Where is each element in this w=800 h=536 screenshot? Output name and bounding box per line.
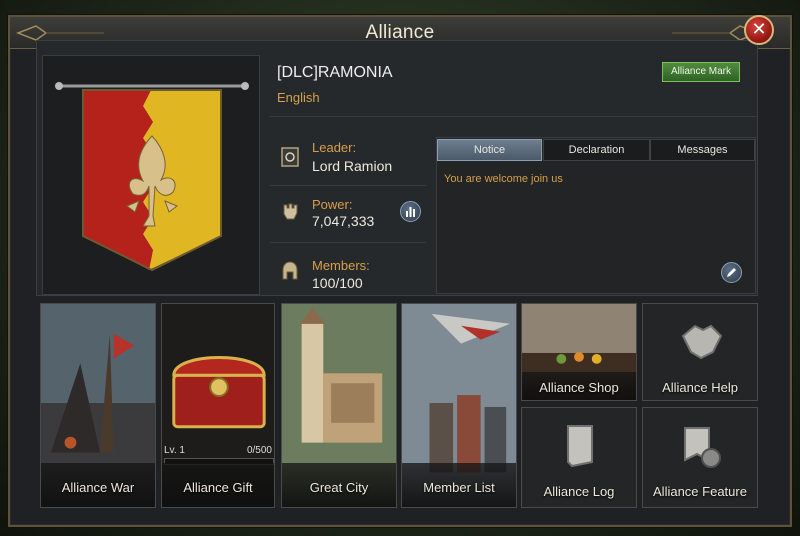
great-city-tile[interactable]: Great City	[281, 303, 397, 508]
close-icon: ✕	[751, 19, 767, 39]
alliance-log-label: Alliance Log	[543, 484, 615, 499]
member-list-label: Member List	[423, 480, 495, 495]
members-value: 100/100	[312, 275, 363, 291]
power-value: 7,047,333	[312, 213, 375, 229]
edit-icon	[727, 268, 736, 277]
gift-progress-text: 0/500	[246, 445, 272, 456]
alliance-help-label: Alliance Help	[662, 380, 738, 395]
alliance-feature-tile[interactable]: Alliance Feature	[642, 407, 758, 508]
helmet-icon	[282, 261, 298, 280]
scroll-icon	[567, 425, 593, 468]
edit-notice-button[interactable]	[721, 262, 742, 283]
alliance-shop-tile[interactable]: Alliance Shop	[521, 303, 637, 401]
leader-label: Leader:	[312, 140, 357, 155]
notice-text: You are welcome join us	[444, 173, 563, 185]
alliance-banner-frame	[42, 55, 260, 295]
tab-declaration[interactable]: Declaration	[543, 139, 650, 161]
alliance-language: English	[277, 90, 320, 105]
alliance-war-label: Alliance War	[61, 480, 135, 495]
alliance-gift-label: Alliance Gift	[183, 480, 253, 495]
member-list-tile[interactable]: Member List	[401, 303, 517, 508]
alliance-help-tile[interactable]: Alliance Help	[642, 303, 758, 401]
power-fist-icon	[283, 203, 298, 220]
handshake-icon	[681, 324, 723, 360]
alliance-gift-tile[interactable]: Lv. 1 0/500 Alliance Gift	[161, 303, 275, 508]
stat-divider	[270, 242, 426, 243]
alliance-feature-label: Alliance Feature	[653, 484, 747, 499]
leader-value: Lord Ramion	[312, 158, 393, 174]
header-divider	[270, 116, 756, 117]
power-stats-button[interactable]	[400, 201, 421, 222]
alliance-shop-label: Alliance Shop	[539, 380, 619, 395]
power-label: Power:	[312, 197, 353, 212]
alliance-log-tile[interactable]: Alliance Log	[521, 407, 637, 508]
leader-icon	[281, 147, 299, 167]
bar-chart-icon	[406, 207, 415, 217]
alliance-name: [DLC]RAMONIA	[277, 64, 393, 81]
great-city-label: Great City	[309, 480, 369, 495]
alliance-war-tile[interactable]: Alliance War	[40, 303, 156, 508]
tab-messages[interactable]: Messages	[650, 139, 755, 161]
close-button[interactable]: ✕	[744, 15, 774, 45]
banner-gear-icon	[684, 427, 721, 468]
members-label: Members:	[312, 258, 370, 273]
gift-level: Lv. 1	[164, 445, 185, 456]
alliance-mark-button[interactable]: Alliance Mark	[662, 62, 740, 82]
alliance-banner	[55, 82, 249, 272]
tab-notice[interactable]: Notice	[437, 139, 542, 161]
stat-divider	[270, 185, 426, 186]
